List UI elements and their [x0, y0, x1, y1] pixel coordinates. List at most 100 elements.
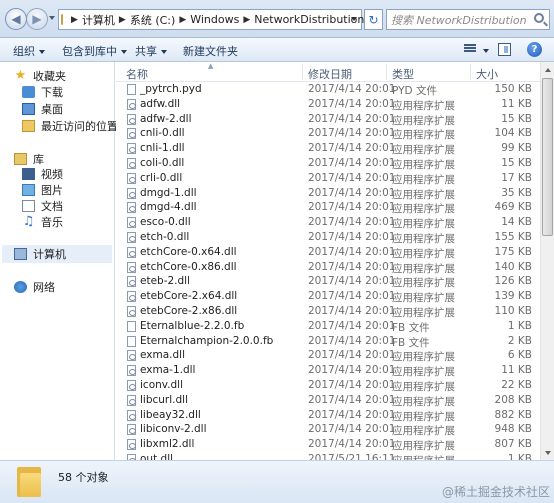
star-icon: ★	[14, 68, 27, 83]
search-input[interactable]: 搜索 NetworkDistribution	[386, 9, 550, 30]
file-row[interactable]: etch-0.dll 2017/4/14 20:01 应用程序扩展 155 KB	[116, 230, 540, 245]
include-in-library-button[interactable]: 包含到库中	[62, 43, 127, 59]
chevron-right-icon[interactable]: ▶	[71, 15, 78, 25]
vertical-scrollbar[interactable]	[540, 62, 554, 460]
nav-favorites[interactable]: ★ 收藏夹	[14, 68, 66, 84]
file-row[interactable]: _pytrch.pyd 2017/4/14 20:01 PYD 文件 150 KB	[116, 82, 540, 97]
file-row[interactable]: esco-0.dll 2017/4/14 20:01 应用程序扩展 14 KB	[116, 215, 540, 230]
item-count: 58 个对象	[58, 471, 109, 484]
dll-file-icon	[127, 276, 136, 288]
file-row[interactable]: coli-0.dll 2017/4/14 20:01 应用程序扩展 15 KB	[116, 156, 540, 171]
scroll-up-icon[interactable]	[541, 62, 554, 77]
file-name: adfw.dll	[140, 97, 181, 110]
file-row[interactable]: cnli-0.dll 2017/4/14 20:01 应用程序扩展 104 KB	[116, 126, 540, 141]
file-row[interactable]: iconv.dll 2017/4/14 20:01 应用程序扩展 22 KB	[116, 378, 540, 393]
file-row[interactable]: etebCore-2.x64.dll 2017/4/14 20:01 应用程序扩展 1…	[116, 289, 540, 304]
address-bar[interactable]: ▶ 计算机 ▶ 系统 (C:) ▶ Windows ▶ NetworkDistr…	[58, 9, 364, 30]
desktop-icon	[22, 103, 35, 115]
file-date: 2017/5/21 16:11	[308, 452, 396, 460]
file-row[interactable]: out.dll 2017/5/21 16:11应用程序扩展 1 KB	[116, 452, 540, 460]
chevron-down-icon	[161, 50, 167, 54]
refresh-button[interactable]: ↻	[364, 9, 383, 30]
file-date: 2017/4/14 20:01	[308, 378, 396, 391]
column-header-size[interactable]: 大小	[476, 66, 498, 82]
file-row[interactable]: Eternalblue-2.2.0.fb 2017/4/14 20:01 FB 文件…	[116, 319, 540, 334]
new-folder-button[interactable]: 新建文件夹	[183, 43, 238, 59]
view-dropdown-icon[interactable]	[483, 49, 489, 53]
nav-documents[interactable]: 文档	[22, 198, 63, 214]
file-type: 应用程序扩展	[392, 425, 455, 438]
chevron-right-icon[interactable]: ▶	[243, 15, 250, 25]
view-options-icon[interactable]	[464, 44, 476, 55]
file-row[interactable]: adfw-2.dll 2017/4/14 20:01 应用程序扩展 15 KB	[116, 112, 540, 127]
file-row[interactable]: libeay32.dll 2017/4/14 20:01 应用程序扩展 882 KB	[116, 408, 540, 423]
scroll-down-icon[interactable]	[541, 445, 554, 460]
file-date: 2017/4/14 20:01	[308, 260, 396, 273]
nav-music[interactable]: ♫ 音乐	[22, 214, 63, 230]
nav-computer-label: 计算机	[33, 248, 66, 261]
chevron-right-icon[interactable]: ▶	[179, 15, 186, 25]
file-size: 11 KB	[501, 97, 532, 110]
file-row[interactable]: exma.dll 2017/4/14 20:01 应用程序扩展 6 KB	[116, 348, 540, 363]
file-date: 2017/4/14 20:01	[308, 245, 396, 258]
file-name: eteb-2.dll	[140, 275, 191, 288]
file-row[interactable]: dmgd-1.dll 2017/4/14 20:01 应用程序扩展 35 KB	[116, 186, 540, 201]
file-row[interactable]: crli-0.dll 2017/4/14 20:01 应用程序扩展 17 KB	[116, 171, 540, 186]
file-type: 应用程序扩展	[392, 114, 455, 127]
file-row[interactable]: eteb-2.dll 2017/4/14 20:01 应用程序扩展 126 KB	[116, 274, 540, 289]
column-header-type[interactable]: 类型	[392, 66, 414, 82]
file-size: 882 KB	[494, 408, 532, 421]
file-size: 1 KB	[507, 319, 532, 332]
scrollbar-thumb[interactable]	[542, 78, 553, 236]
chevron-right-icon[interactable]: ▶	[119, 15, 126, 25]
file-type: 应用程序扩展	[392, 218, 455, 231]
back-button[interactable]: ◀	[5, 8, 27, 30]
file-row[interactable]: adfw.dll 2017/4/14 20:01 应用程序扩展 11 KB	[116, 97, 540, 112]
file-row[interactable]: etchCore-0.x86.dll 2017/4/14 20:01 应用程序扩展 1…	[116, 260, 540, 275]
file-row[interactable]: exma-1.dll 2017/4/14 20:01 应用程序扩展 11 KB	[116, 363, 540, 378]
file-size: 126 KB	[494, 275, 532, 288]
nav-libraries[interactable]: 库	[14, 151, 44, 167]
search-icon	[534, 13, 544, 23]
file-row[interactable]: Eternalchampion-2.0.0.fb 2017/4/14 20:01 F…	[116, 334, 540, 349]
file-type: 应用程序扩展	[392, 453, 455, 460]
file-row[interactable]: etchCore-0.x64.dll 2017/4/14 20:01 应用程序扩展 1…	[116, 245, 540, 260]
breadcrumb-system-drive[interactable]: 系统 (C:)	[130, 12, 175, 28]
navigation-pane: ★ 收藏夹 下载 桌面 最近访问的位置 库 视频 图片 文档 ♫ 音乐 计算机 …	[0, 62, 118, 460]
file-type: 应用程序扩展	[392, 366, 455, 379]
file-row[interactable]: libcurl.dll 2017/4/14 20:01 应用程序扩展 208 KB	[116, 393, 540, 408]
forward-arrow-icon: ▶	[32, 12, 42, 26]
file-row[interactable]: cnli-1.dll 2017/4/14 20:01 应用程序扩展 99 KB	[116, 141, 540, 156]
file-row[interactable]: libiconv-2.dll 2017/4/14 20:01 应用程序扩展 948 K…	[116, 422, 540, 437]
nav-desktop[interactable]: 桌面	[22, 101, 63, 117]
file-date: 2017/4/14 20:01	[308, 349, 396, 362]
column-header-name[interactable]: 名称	[126, 66, 148, 82]
nav-videos[interactable]: 视频	[22, 166, 63, 182]
preview-pane-icon[interactable]	[498, 43, 511, 56]
share-button[interactable]: 共享	[135, 43, 167, 59]
file-size: 104 KB	[494, 127, 532, 140]
column-header-date[interactable]: 修改日期	[308, 66, 352, 82]
file-name: cnli-1.dll	[140, 142, 185, 155]
nav-pictures[interactable]: 图片	[22, 182, 63, 198]
nav-recent-places[interactable]: 最近访问的位置	[22, 118, 118, 134]
organize-button[interactable]: 组织	[13, 43, 45, 59]
file-name: etchCore-0.x86.dll	[140, 260, 237, 273]
recent-pages-dropdown-icon[interactable]	[49, 16, 55, 20]
breadcrumb-computer[interactable]: 计算机	[82, 12, 115, 28]
file-type: 应用程序扩展	[392, 158, 455, 171]
nav-downloads[interactable]: 下载	[22, 84, 63, 100]
nav-network[interactable]: 网络	[14, 279, 55, 295]
forward-button[interactable]: ▶	[26, 8, 48, 30]
file-row[interactable]: dmgd-4.dll 2017/4/14 20:01 应用程序扩展 469 KB	[116, 200, 540, 215]
file-row[interactable]: libxml2.dll 2017/4/14 20:01 应用程序扩展 807 KB	[116, 437, 540, 452]
breadcrumb-networkdistribution[interactable]: NetworkDistribution	[254, 13, 364, 26]
nav-computer[interactable]: 计算机	[2, 245, 112, 263]
nav-music-label: 音乐	[41, 216, 63, 229]
file-row[interactable]: etebCore-2.x86.dll 2017/4/14 20:01 应用程序扩展 1…	[116, 304, 540, 319]
nav-downloads-label: 下载	[41, 86, 63, 99]
breadcrumb-windows[interactable]: Windows	[190, 13, 239, 26]
address-dropdown-icon[interactable]	[351, 17, 357, 21]
help-icon[interactable]: ?	[527, 42, 542, 57]
file-date: 2017/4/14 20:01	[308, 186, 396, 199]
